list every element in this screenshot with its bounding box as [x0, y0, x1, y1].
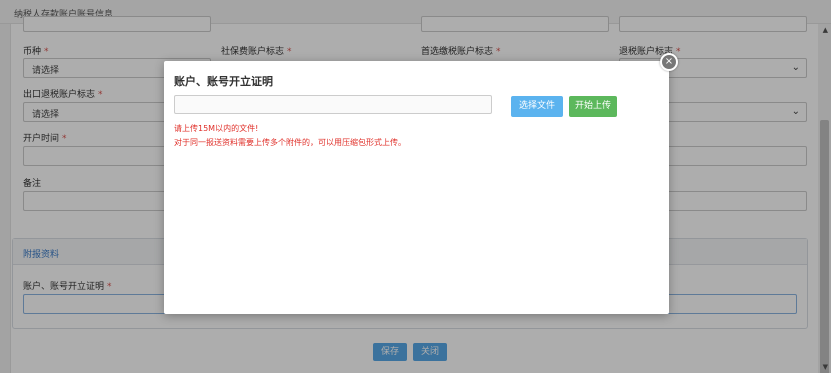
file-path-input[interactable]: [174, 95, 492, 114]
note-zip: 对于同一报送资料需要上传多个附件的，可以用压缩包形式上传。: [174, 138, 406, 147]
modal-title: 账户、账号开立证明: [174, 75, 273, 88]
note-size: 请上传15M以内的文件!: [174, 124, 259, 133]
choose-file-button[interactable]: 选择文件: [511, 96, 563, 117]
start-upload-button[interactable]: 开始上传: [569, 96, 617, 117]
close-icon[interactable]: ×: [660, 53, 678, 71]
upload-modal: 账户、账号开立证明 选择文件 开始上传 请上传15M以内的文件! 对于同一报送资…: [164, 61, 669, 314]
